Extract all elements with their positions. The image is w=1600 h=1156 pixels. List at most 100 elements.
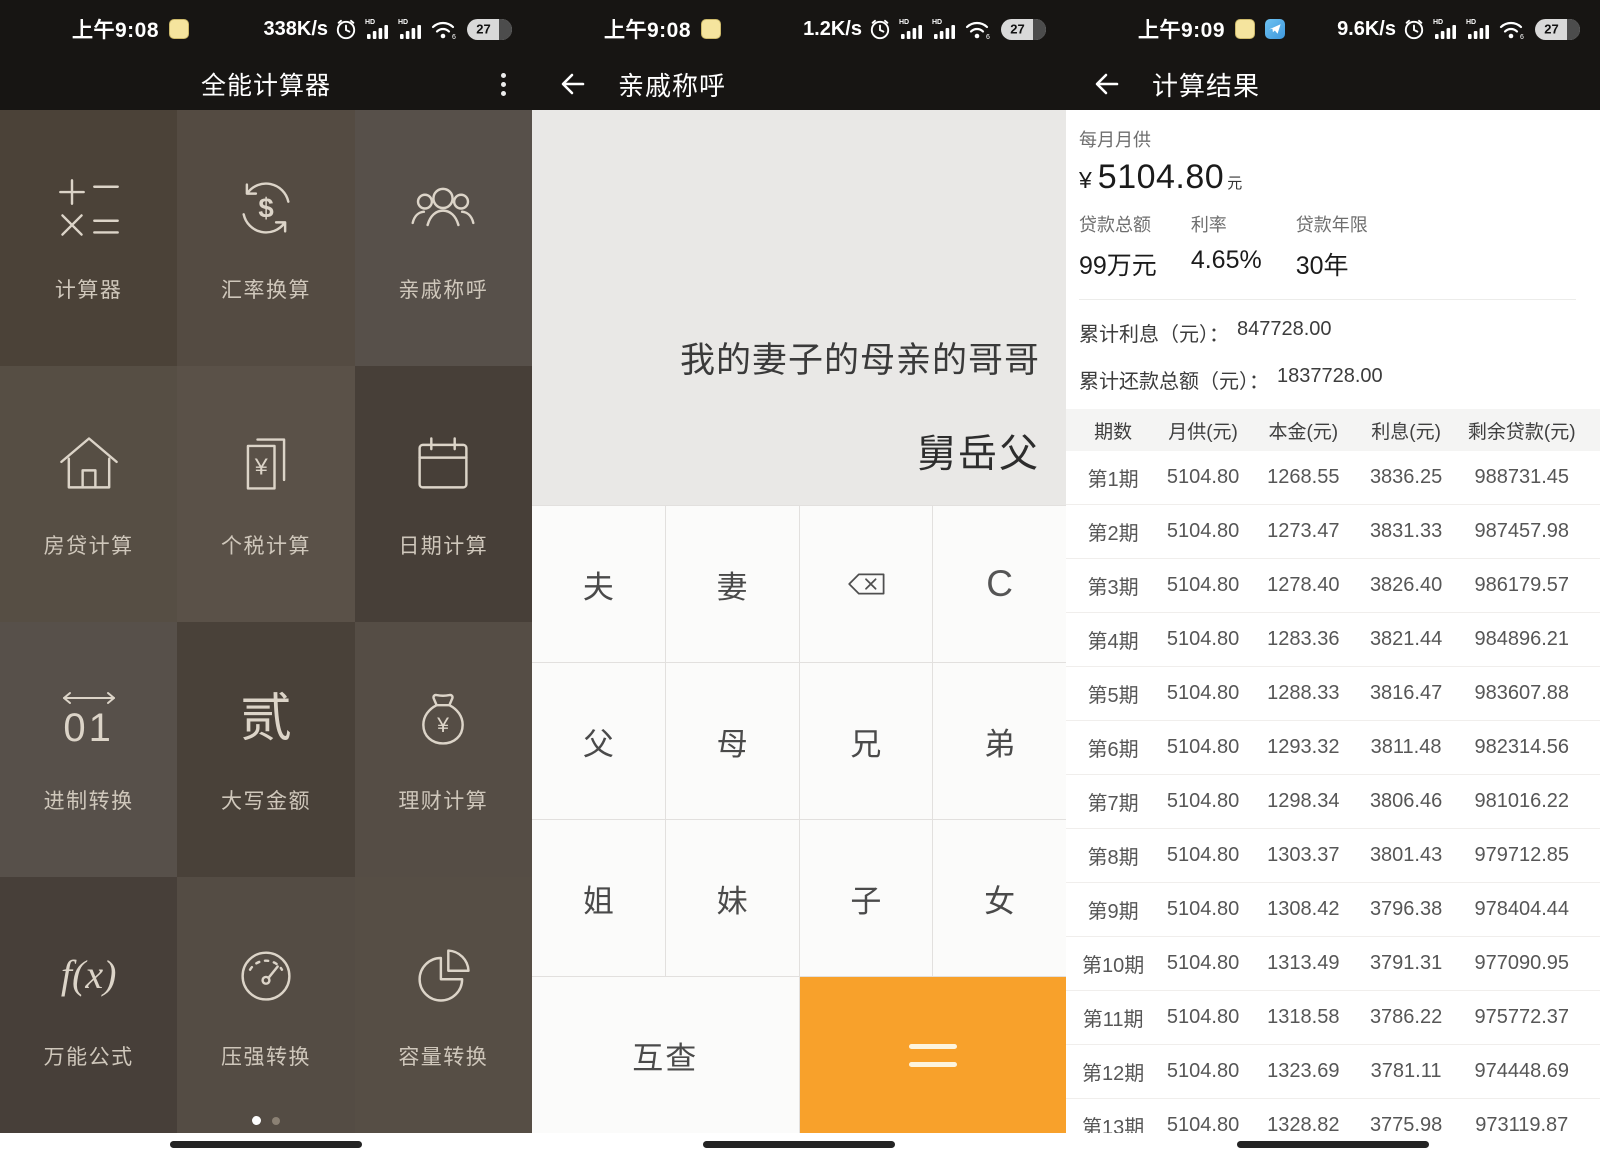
table-row: 第4期5104.801283.363821.44984896.21 <box>1066 613 1600 667</box>
key-daughter[interactable]: 女 <box>933 820 1066 976</box>
tool-grid: 计算器$汇率换算亲戚称呼房贷计算¥个税计算日期计算 01进制转换贰大写金额¥理财计… <box>0 110 532 1133</box>
cellular-signal-icon: HD <box>364 17 390 41</box>
cell-payment: 5104.80 <box>1154 952 1252 975</box>
cell-interest: 3786.22 <box>1355 1006 1458 1029</box>
key-father[interactable]: 父 <box>532 663 665 819</box>
cell-remaining: 987457.98 <box>1457 520 1586 543</box>
cell-period: 第2期 <box>1072 517 1154 546</box>
radix-icon: 01 <box>58 683 120 755</box>
table-body: 第1期5104.801268.553836.25988731.45第2期5104… <box>1066 451 1600 1153</box>
key-mutual-lookup[interactable]: 互查 <box>532 977 799 1133</box>
notification-app-icon <box>701 19 721 39</box>
key-equals[interactable] <box>800 977 1067 1133</box>
alarm-icon <box>1403 18 1425 40</box>
home-indicator[interactable] <box>170 1141 362 1148</box>
equals-icon <box>909 1044 957 1067</box>
cell-payment: 5104.80 <box>1154 682 1252 705</box>
cell-period: 第4期 <box>1072 625 1154 654</box>
wifi-icon: 6 <box>1498 18 1525 40</box>
pressure-gauge-icon <box>232 939 300 1011</box>
back-arrow-icon[interactable] <box>558 70 588 98</box>
cell-payment: 5104.80 <box>1154 520 1252 543</box>
cell-payment: 5104.80 <box>1154 466 1252 489</box>
tool-tile-3[interactable]: 亲戚称呼 <box>355 110 532 366</box>
loan-summary: 每月月供 ¥ 5104.80 元 贷款总额99万元利率4.65%贷款年限30年 … <box>1066 110 1600 394</box>
cell-payment: 5104.80 <box>1154 628 1252 651</box>
yuan-unit: 元 <box>1227 172 1242 193</box>
key-backspace[interactable] <box>800 506 933 662</box>
key-younger-sister[interactable]: 妹 <box>666 820 799 976</box>
tool-tile-8[interactable]: 贰大写金额 <box>177 622 354 878</box>
network-speed-text: 1.2K/s <box>803 18 862 41</box>
key-younger-brother[interactable]: 弟 <box>933 663 1066 819</box>
cell-period: 第6期 <box>1072 733 1154 762</box>
table-row: 第11期5104.801318.583786.22975772.37 <box>1066 991 1600 1045</box>
battery-icon: 27 <box>1001 19 1046 40</box>
cell-principal: 1288.33 <box>1252 682 1355 705</box>
wifi-icon: 6 <box>964 18 991 40</box>
tool-tile-2[interactable]: $汇率换算 <box>177 110 354 366</box>
tool-tile-10[interactable]: f(x)万能公式 <box>0 877 177 1133</box>
page-dot[interactable] <box>272 1117 280 1125</box>
cell-interest: 3806.46 <box>1355 790 1458 813</box>
page-title: 亲戚称呼 <box>618 66 726 103</box>
cellular-signal-icon: HD <box>1465 17 1491 41</box>
table-row: 第6期5104.801293.323811.48982314.56 <box>1066 721 1600 775</box>
clock-text: 上午9:08 <box>604 14 691 44</box>
table-row: 第8期5104.801303.373801.43979712.85 <box>1066 829 1600 883</box>
cell-interest: 3811.48 <box>1355 736 1458 759</box>
tool-tile-4[interactable]: 房贷计算 <box>0 366 177 622</box>
gesture-strip <box>1066 1133 1600 1156</box>
monthly-payment-value: 5104.80 <box>1098 158 1224 197</box>
column-header: 剩余贷款(元) <box>1457 417 1586 444</box>
tool-tile-5[interactable]: ¥个税计算 <box>177 366 354 622</box>
tool-tile-1[interactable]: 计算器 <box>0 110 177 366</box>
panel-kinship: 上午9:08 1.2K/s HD HD 6 27 亲戚称呼 我的妻子的母亲的哥哥… <box>532 0 1066 1156</box>
svg-text:6: 6 <box>1520 34 1524 40</box>
key-elder-brother[interactable]: 兄 <box>800 663 933 819</box>
backspace-icon <box>842 567 890 601</box>
cell-principal: 1308.42 <box>1252 898 1355 921</box>
tool-tile-9[interactable]: ¥理财计算 <box>355 622 532 878</box>
back-arrow-icon[interactable] <box>1092 70 1122 98</box>
key-husband[interactable]: 夫 <box>532 506 665 662</box>
home-indicator[interactable] <box>1237 1141 1429 1148</box>
home-indicator[interactable] <box>703 1141 895 1148</box>
uppercase-amount-icon: 贰 <box>240 683 292 755</box>
calculator-icon <box>55 172 123 244</box>
kinship-result: 舅岳父 <box>917 423 1040 479</box>
appbar: 全能计算器 <box>0 58 532 110</box>
pie-chart-icon <box>409 939 477 1011</box>
network-speed-text: 338K/s <box>264 18 329 41</box>
key-elder-sister[interactable]: 姐 <box>532 820 665 976</box>
loan-field: 贷款总额99万元 <box>1079 211 1157 282</box>
key-son[interactable]: 子 <box>800 820 933 976</box>
key-clear[interactable]: C <box>933 506 1066 662</box>
cell-payment: 5104.80 <box>1154 898 1252 921</box>
key-mother[interactable]: 母 <box>666 663 799 819</box>
overflow-menu-icon[interactable] <box>501 73 506 96</box>
cell-period: 第12期 <box>1072 1057 1154 1086</box>
repayment-schedule-table[interactable]: 期数月供(元)本金(元)利息(元)剩余贷款(元) 第1期5104.801268.… <box>1066 409 1600 1153</box>
key-wife[interactable]: 妻 <box>666 506 799 662</box>
table-row: 第3期5104.801278.403826.40986179.57 <box>1066 559 1600 613</box>
table-row: 第9期5104.801308.423796.38978404.44 <box>1066 883 1600 937</box>
cell-period: 第11期 <box>1072 1003 1154 1032</box>
cell-remaining: 978404.44 <box>1457 898 1586 921</box>
kinship-expression: 我的妻子的母亲的哥哥 <box>680 332 1040 383</box>
cell-principal: 1298.34 <box>1252 790 1355 813</box>
alarm-icon <box>869 18 891 40</box>
total-interest-line: 累计利息（元）： 847728.00 <box>1079 318 1576 347</box>
tool-tile-6[interactable]: 日期计算 <box>355 366 532 622</box>
cell-payment: 5104.80 <box>1154 574 1252 597</box>
battery-icon: 27 <box>1535 19 1580 40</box>
page-dot[interactable] <box>252 1116 261 1125</box>
svg-text:HD: HD <box>365 19 375 26</box>
total-interest-value: 847728.00 <box>1237 318 1332 347</box>
tool-tile-12[interactable]: 容量转换 <box>355 877 532 1133</box>
currency-symbol: ¥ <box>1079 167 1092 194</box>
tool-tile-11[interactable]: 压强转换 <box>177 877 354 1133</box>
loan-field: 贷款年限30年 <box>1296 211 1368 282</box>
tool-tile-7[interactable]: 01进制转换 <box>0 622 177 878</box>
page-indicator <box>0 1116 532 1125</box>
